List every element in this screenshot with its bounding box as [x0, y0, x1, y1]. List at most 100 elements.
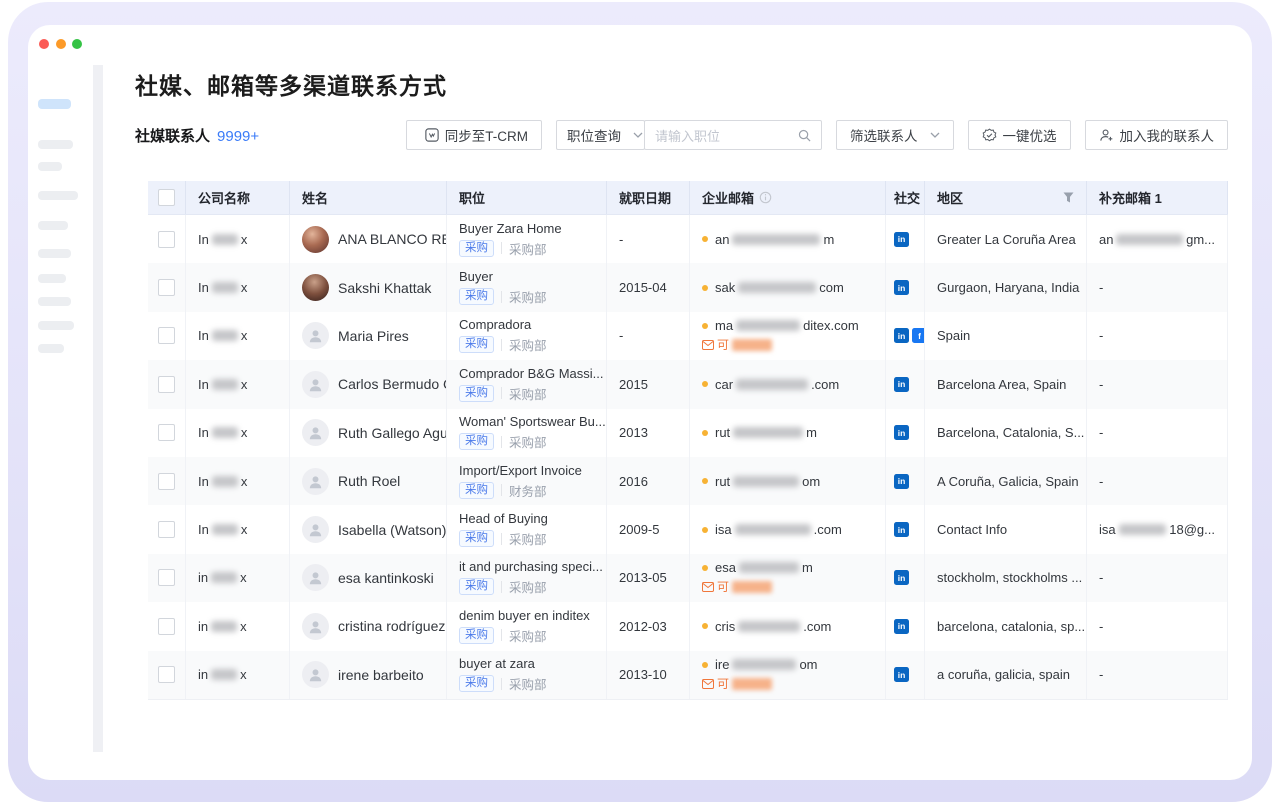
role-tag: 采购 — [459, 578, 494, 595]
position-filter-dropdown[interactable]: 职位查询 — [556, 120, 645, 150]
role-tag: 采购 — [459, 336, 494, 353]
department: 采购部 — [509, 626, 547, 645]
linkedin-icon[interactable]: in — [894, 232, 909, 247]
linkedin-icon[interactable]: in — [894, 570, 909, 585]
table-row[interactable]: Inx Ruth Roel Import/Export Invoice 采购 财… — [148, 457, 1228, 505]
avatar — [302, 516, 329, 543]
email-cell: anm — [690, 215, 886, 263]
sidebar-item-active[interactable] — [38, 99, 71, 109]
badge-check-icon — [982, 128, 997, 143]
contacts-counter-value[interactable]: 9999+ — [217, 128, 259, 145]
start-date: 2009-5 — [607, 505, 690, 553]
redacted-text — [735, 524, 811, 535]
linkedin-icon[interactable]: in — [894, 619, 909, 634]
filter-contacts-label: 筛选联系人 — [850, 125, 918, 145]
avatar — [302, 613, 329, 640]
email-text: car.com — [715, 377, 839, 392]
linkedin-icon[interactable]: in — [894, 425, 909, 440]
company-name: Inx — [198, 522, 247, 537]
search-icon[interactable] — [798, 129, 811, 142]
email-status-dot — [702, 381, 708, 387]
table-row[interactable]: Inx Carlos Bermudo Cr... Comprador B&G M… — [148, 360, 1228, 408]
redacted-text — [212, 330, 238, 341]
sidebar-item[interactable] — [38, 297, 71, 306]
facebook-icon[interactable]: f — [912, 328, 925, 343]
contact-name: Carlos Bermudo Cr... — [338, 376, 447, 392]
sidebar-item[interactable] — [38, 191, 78, 200]
linkedin-icon[interactable]: in — [894, 667, 909, 682]
department: 财务部 — [509, 481, 547, 500]
row-checkbox[interactable] — [158, 521, 175, 538]
linkedin-icon[interactable]: in — [894, 377, 909, 392]
company-cell: inx — [186, 602, 290, 650]
redacted-text — [211, 669, 237, 680]
add-to-my-contacts-button[interactable]: 加入我的联系人 — [1085, 120, 1229, 150]
filter-funnel-icon[interactable] — [1063, 192, 1074, 203]
row-checkbox[interactable] — [158, 279, 175, 296]
position-cell: Buyer Zara Home 采购 采购部 — [447, 215, 607, 263]
fullscreen-window-icon[interactable] — [72, 39, 82, 49]
close-window-icon[interactable] — [39, 39, 49, 49]
table-row[interactable]: inx esa kantinkoski it and purchasing sp… — [148, 554, 1228, 602]
social-icons: in — [886, 360, 925, 408]
position-cell: Import/Export Invoice 采购 财务部 — [447, 457, 607, 505]
social-icons: in — [886, 215, 925, 263]
department: 采购部 — [509, 432, 547, 451]
row-checkbox[interactable] — [158, 473, 175, 490]
sidebar-item[interactable] — [38, 274, 66, 283]
sync-to-tcrm-button[interactable]: 同步至T-CRM — [406, 120, 542, 150]
sidebar-item[interactable] — [38, 344, 64, 353]
sidebar-item[interactable] — [38, 140, 73, 149]
row-checkbox[interactable] — [158, 569, 175, 586]
row-checkbox[interactable] — [158, 376, 175, 393]
quick-select-button[interactable]: 一键优选 — [968, 120, 1071, 150]
row-checkbox[interactable] — [158, 618, 175, 635]
sidebar-item[interactable] — [38, 321, 74, 330]
contact-name: Sakshi Khattak — [338, 280, 431, 296]
company-cell: Inx — [186, 409, 290, 457]
linkedin-icon[interactable]: in — [894, 474, 909, 489]
avatar — [302, 322, 329, 349]
deliverable-redacted — [732, 678, 772, 690]
redacted-text — [732, 659, 796, 670]
info-icon[interactable] — [759, 191, 772, 204]
table-row[interactable]: Inx ANA BLANCO REY Buyer Zara Home 采购 采购… — [148, 215, 1228, 263]
department: 采购部 — [509, 335, 547, 354]
department: 采购部 — [509, 384, 547, 403]
redacted-text — [732, 234, 820, 245]
row-checkbox[interactable] — [158, 666, 175, 683]
add-contacts-label: 加入我的联系人 — [1120, 125, 1215, 145]
redacted-text — [738, 621, 800, 632]
linkedin-icon[interactable]: in — [894, 328, 909, 343]
row-checkbox[interactable] — [158, 327, 175, 344]
table-row[interactable]: Inx Isabella (Watson) L... Head of Buyin… — [148, 505, 1228, 553]
table-row[interactable]: inx irene barbeito buyer at zara 采购 采购部 … — [148, 651, 1228, 700]
extra-email: - — [1087, 312, 1228, 360]
divider — [501, 678, 502, 690]
table-row[interactable]: Inx Maria Pires Compradora 采购 采购部 - madi… — [148, 312, 1228, 360]
email-text: anm — [715, 232, 834, 247]
position-search-input[interactable]: 请输入职位 — [644, 120, 822, 150]
row-checkbox[interactable] — [158, 231, 175, 248]
email-text: esam — [715, 560, 813, 575]
role-tag: 采购 — [459, 288, 494, 305]
sidebar-item[interactable] — [38, 162, 62, 171]
region: Gurgaon, Haryana, India — [925, 263, 1087, 311]
header-email: 企业邮箱 — [690, 181, 886, 214]
sidebar-item[interactable] — [38, 249, 71, 258]
role-tag: 采购 — [459, 433, 494, 450]
linkedin-icon[interactable]: in — [894, 522, 909, 537]
linkedin-icon[interactable]: in — [894, 280, 909, 295]
redacted-text — [739, 562, 799, 573]
contact-name: Isabella (Watson) L... — [338, 522, 447, 538]
filter-contacts-dropdown[interactable]: 筛选联系人 — [836, 120, 954, 150]
table-row[interactable]: Inx Ruth Gallego Agulló Woman' Sportswea… — [148, 409, 1228, 457]
email-text: maditex.com — [715, 318, 859, 333]
select-all-checkbox[interactable] — [158, 189, 175, 206]
row-checkbox[interactable] — [158, 424, 175, 441]
position-cell: Comprador B&G Massi... 采购 采购部 — [447, 360, 607, 408]
table-row[interactable]: Inx Sakshi Khattak Buyer 采购 采购部 2015-04 … — [148, 263, 1228, 311]
table-row[interactable]: inx cristina rodríguez denim buyer en in… — [148, 602, 1228, 650]
minimize-window-icon[interactable] — [56, 39, 66, 49]
sidebar-item[interactable] — [38, 221, 68, 230]
